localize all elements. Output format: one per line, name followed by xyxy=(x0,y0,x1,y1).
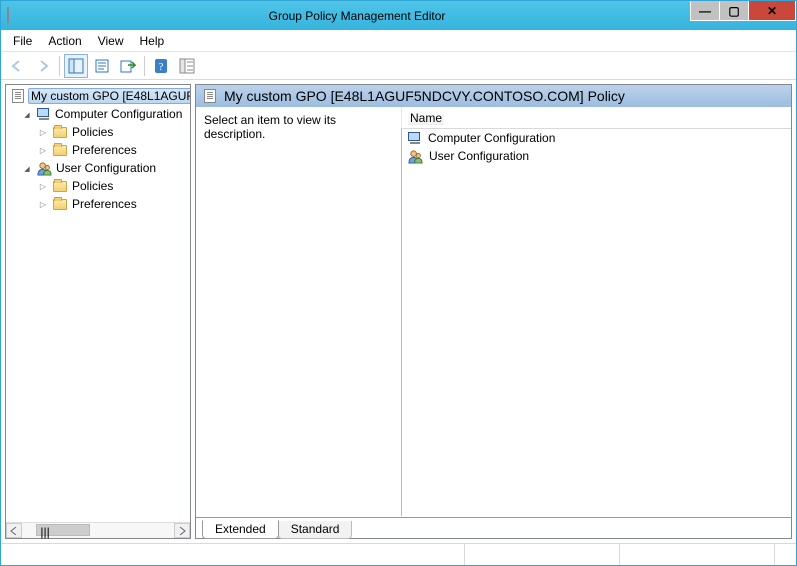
expand-icon[interactable] xyxy=(38,199,48,209)
user-icon xyxy=(407,148,423,164)
list-item-label: Computer Configuration xyxy=(428,131,555,145)
tree-item-label: Preferences xyxy=(72,197,137,211)
list-header[interactable]: Name xyxy=(401,107,791,129)
tab-extended[interactable]: Extended xyxy=(202,520,279,539)
folder-icon xyxy=(52,142,68,158)
tree-item-policies[interactable]: Policies xyxy=(6,123,190,141)
tree-item-label: User Configuration xyxy=(56,161,156,175)
tree-scroll[interactable]: My custom GPO [E48L1AGUF5NDCVY Computer … xyxy=(6,85,190,522)
tree-item-label: Preferences xyxy=(72,143,137,157)
tree-item-policies[interactable]: Policies xyxy=(6,177,190,195)
window-root: Group Policy Management Editor — ▢ ✕ Fil… xyxy=(0,0,797,566)
collapse-icon[interactable] xyxy=(22,109,32,119)
placeholder-text: Select an item to view its description. xyxy=(204,113,336,141)
help-button[interactable]: ? xyxy=(149,54,173,78)
window-controls: — ▢ ✕ xyxy=(691,1,796,23)
list-column: Name Computer Configuration User Configu… xyxy=(401,107,791,516)
folder-icon xyxy=(52,178,68,194)
nav-forward-button[interactable] xyxy=(31,54,55,78)
tree-item-label: Computer Configuration xyxy=(55,107,182,121)
app-icon xyxy=(7,8,23,24)
tree-h-scrollbar[interactable]: ||| xyxy=(6,522,190,538)
list-item-computer-configuration[interactable]: Computer Configuration xyxy=(401,129,791,147)
close-button[interactable]: ✕ xyxy=(748,1,796,21)
scroll-thumb[interactable]: ||| xyxy=(36,524,90,536)
menubar: File Action View Help xyxy=(1,30,796,52)
detail-tabs: Extended Standard xyxy=(196,516,791,538)
body: My custom GPO [E48L1AGUF5NDCVY Computer … xyxy=(1,80,796,543)
computer-icon xyxy=(407,132,422,144)
menu-file[interactable]: File xyxy=(5,32,40,50)
titlebar: Group Policy Management Editor — ▢ ✕ xyxy=(1,1,796,30)
detail-header: My custom GPO [E48L1AGUF5NDCVY.CONTOSO.C… xyxy=(196,85,791,107)
tree-item-computer-configuration[interactable]: Computer Configuration xyxy=(6,105,190,123)
tree-item-label: My custom GPO [E48L1AGUF5NDCVY xyxy=(28,88,190,104)
user-icon xyxy=(36,160,52,176)
status-cell xyxy=(1,544,464,565)
properties-button[interactable] xyxy=(90,54,114,78)
scroll-left-button[interactable] xyxy=(6,523,22,538)
expand-icon[interactable] xyxy=(38,181,48,191)
svg-text:?: ? xyxy=(159,61,164,73)
tree-item-root[interactable]: My custom GPO [E48L1AGUF5NDCVY xyxy=(6,87,190,105)
show-hide-tree-button[interactable] xyxy=(64,54,88,78)
expand-icon[interactable] xyxy=(38,127,48,137)
window-title: Group Policy Management Editor xyxy=(23,9,691,23)
tree-item-user-configuration[interactable]: User Configuration xyxy=(6,159,190,177)
list-item-user-configuration[interactable]: User Configuration xyxy=(401,147,791,165)
tab-standard[interactable]: Standard xyxy=(278,521,353,539)
status-cell xyxy=(464,544,619,565)
maximize-button[interactable]: ▢ xyxy=(719,1,749,21)
scroll-track[interactable]: ||| xyxy=(22,523,174,538)
tree-item-label: Policies xyxy=(72,179,113,193)
tree-pane: My custom GPO [E48L1AGUF5NDCVY Computer … xyxy=(5,84,191,539)
document-icon xyxy=(12,88,24,104)
tree-item-preferences[interactable]: Preferences xyxy=(6,195,190,213)
scroll-right-button[interactable] xyxy=(174,523,190,538)
collapse-icon[interactable] xyxy=(22,163,32,173)
statusbar xyxy=(1,543,796,565)
minimize-button[interactable]: — xyxy=(690,1,720,21)
folder-icon xyxy=(52,124,68,140)
description-column: Select an item to view its description. xyxy=(196,107,402,516)
filter-button[interactable] xyxy=(175,54,199,78)
tree-item-preferences[interactable]: Preferences xyxy=(6,141,190,159)
expand-icon[interactable] xyxy=(38,145,48,155)
menu-help[interactable]: Help xyxy=(132,32,173,50)
menu-view[interactable]: View xyxy=(90,32,132,50)
list-item-label: User Configuration xyxy=(429,149,529,163)
column-name[interactable]: Name xyxy=(408,111,444,125)
tree-item-label: Policies xyxy=(72,125,113,139)
export-list-button[interactable] xyxy=(116,54,140,78)
nav-back-button[interactable] xyxy=(5,54,29,78)
status-cell xyxy=(774,544,796,565)
computer-icon xyxy=(36,108,51,120)
status-cell xyxy=(619,544,774,565)
list-body[interactable]: Computer Configuration User Configuratio… xyxy=(401,129,791,516)
toolbar-sep xyxy=(59,56,60,76)
detail-pane: My custom GPO [E48L1AGUF5NDCVY.CONTOSO.C… xyxy=(195,84,792,539)
detail-title: My custom GPO [E48L1AGUF5NDCVY.CONTOSO.C… xyxy=(224,88,625,104)
menu-action[interactable]: Action xyxy=(40,32,89,50)
document-icon xyxy=(202,88,218,104)
toolbar-sep xyxy=(144,56,145,76)
toolbar: ? xyxy=(1,52,796,80)
detail-body: Select an item to view its description. … xyxy=(196,107,791,516)
folder-icon xyxy=(52,196,68,212)
